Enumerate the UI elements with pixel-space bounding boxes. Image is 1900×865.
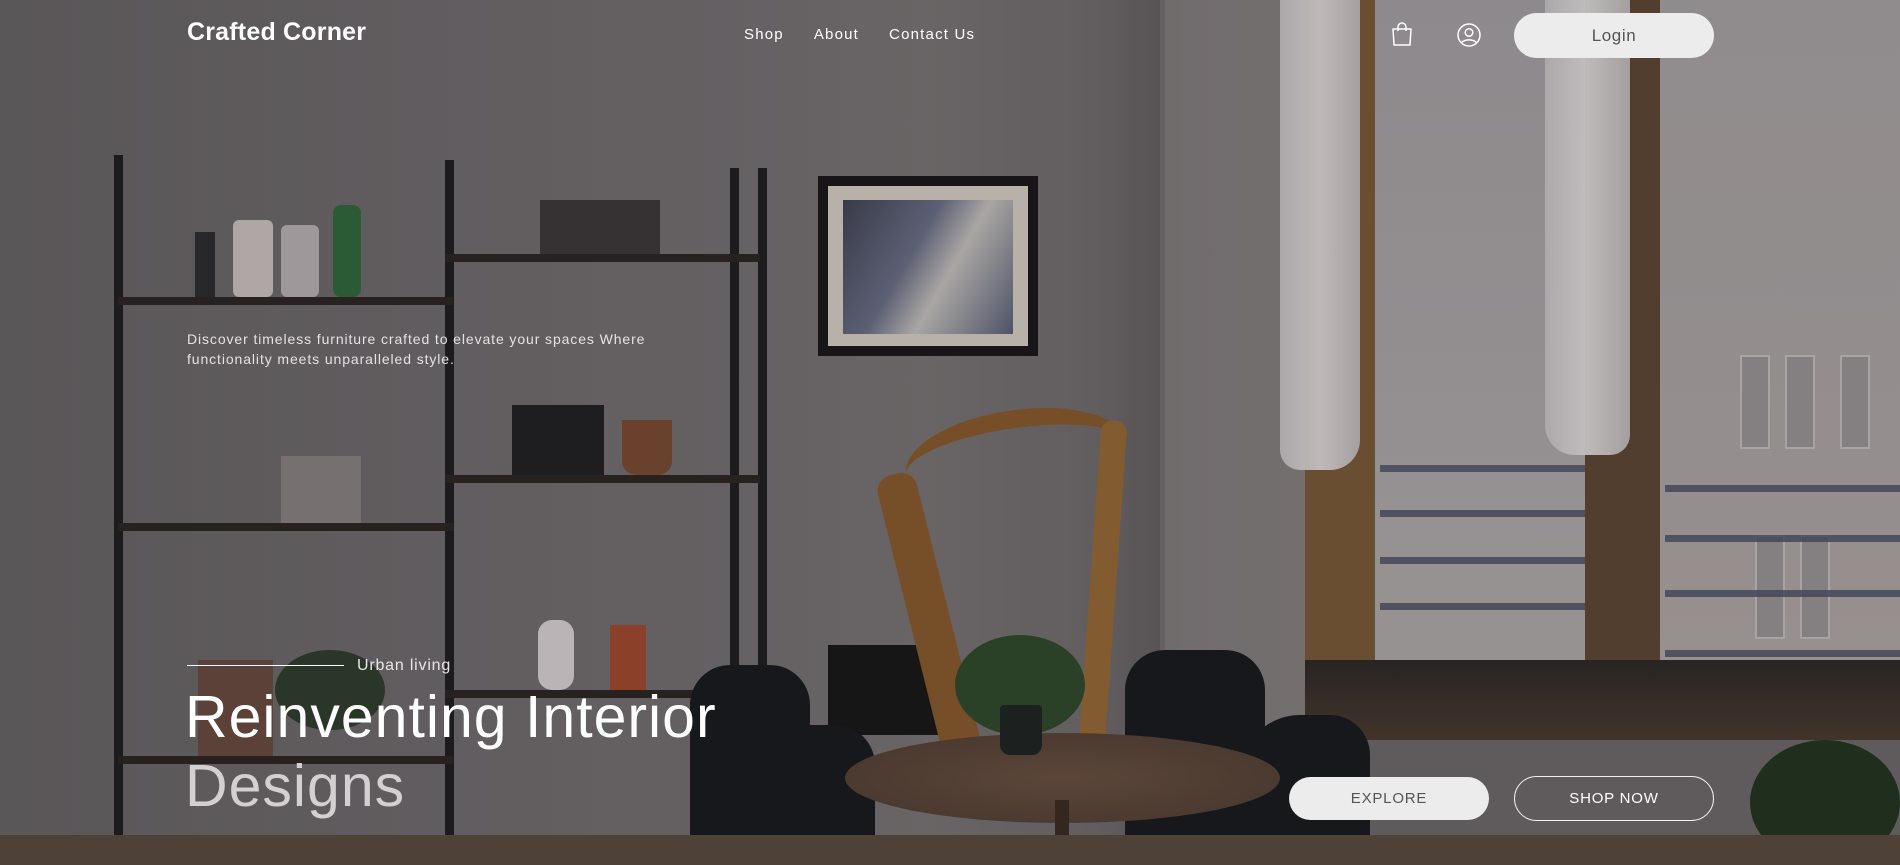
eyebrow-divider (187, 665, 344, 666)
hero-tagline: Discover timeless furniture crafted to e… (187, 331, 646, 367)
hero-title-line2: Designs (185, 753, 406, 819)
explore-button[interactable]: EXPLORE (1289, 777, 1489, 820)
nav-item-contact-us[interactable]: Contact Us (889, 26, 975, 43)
shopping-bag-icon[interactable] (1389, 21, 1415, 47)
main-nav: Shop About Contact Us (744, 26, 975, 43)
nav-item-about[interactable]: About (814, 26, 859, 43)
brand-logo[interactable]: Crafted Corner (187, 18, 366, 47)
user-account-icon[interactable] (1456, 22, 1482, 48)
hero-title-line1: Reinventing Interior (185, 684, 717, 750)
shop-now-button[interactable]: SHOP NOW (1514, 776, 1714, 821)
login-button[interactable]: Login (1514, 13, 1714, 58)
nav-item-shop[interactable]: Shop (744, 26, 784, 43)
hero-eyebrow: Urban living (357, 657, 452, 674)
